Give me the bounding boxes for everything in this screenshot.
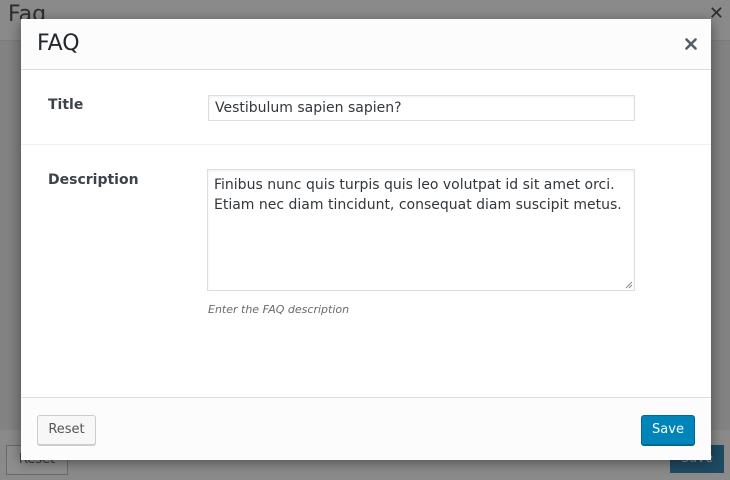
description-text: Finibus nunc quis turpis quis leo volutp… — [214, 177, 622, 213]
description-label: Description — [48, 172, 139, 188]
modal-footer: Reset Save — [21, 397, 711, 460]
close-icon-glyph — [685, 38, 697, 50]
description-textarea[interactable]: Finibus nunc quis turpis quis leo volutp… — [207, 169, 635, 291]
modal-body: Title Vestibulum sapien sapien? Descript… — [21, 70, 711, 396]
description-help-text: Enter the FAQ description — [208, 303, 350, 316]
faq-modal: FAQ Title Vestibulum sapien sapien? Desc… — [21, 19, 711, 460]
background-close-icon: ✕ — [708, 3, 724, 24]
reset-button[interactable]: Reset — [37, 415, 96, 445]
modal-title: FAQ — [37, 31, 80, 56]
title-input[interactable]: Vestibulum sapien sapien? — [208, 95, 635, 121]
title-row: Title Vestibulum sapien sapien? — [21, 70, 711, 145]
description-row: Description Finibus nunc quis turpis qui… — [21, 145, 711, 395]
close-icon[interactable] — [685, 33, 697, 55]
resize-handle-icon[interactable] — [625, 281, 633, 289]
title-label: Title — [48, 97, 84, 113]
save-button[interactable]: Save — [641, 415, 695, 445]
modal-header: FAQ — [21, 19, 711, 70]
